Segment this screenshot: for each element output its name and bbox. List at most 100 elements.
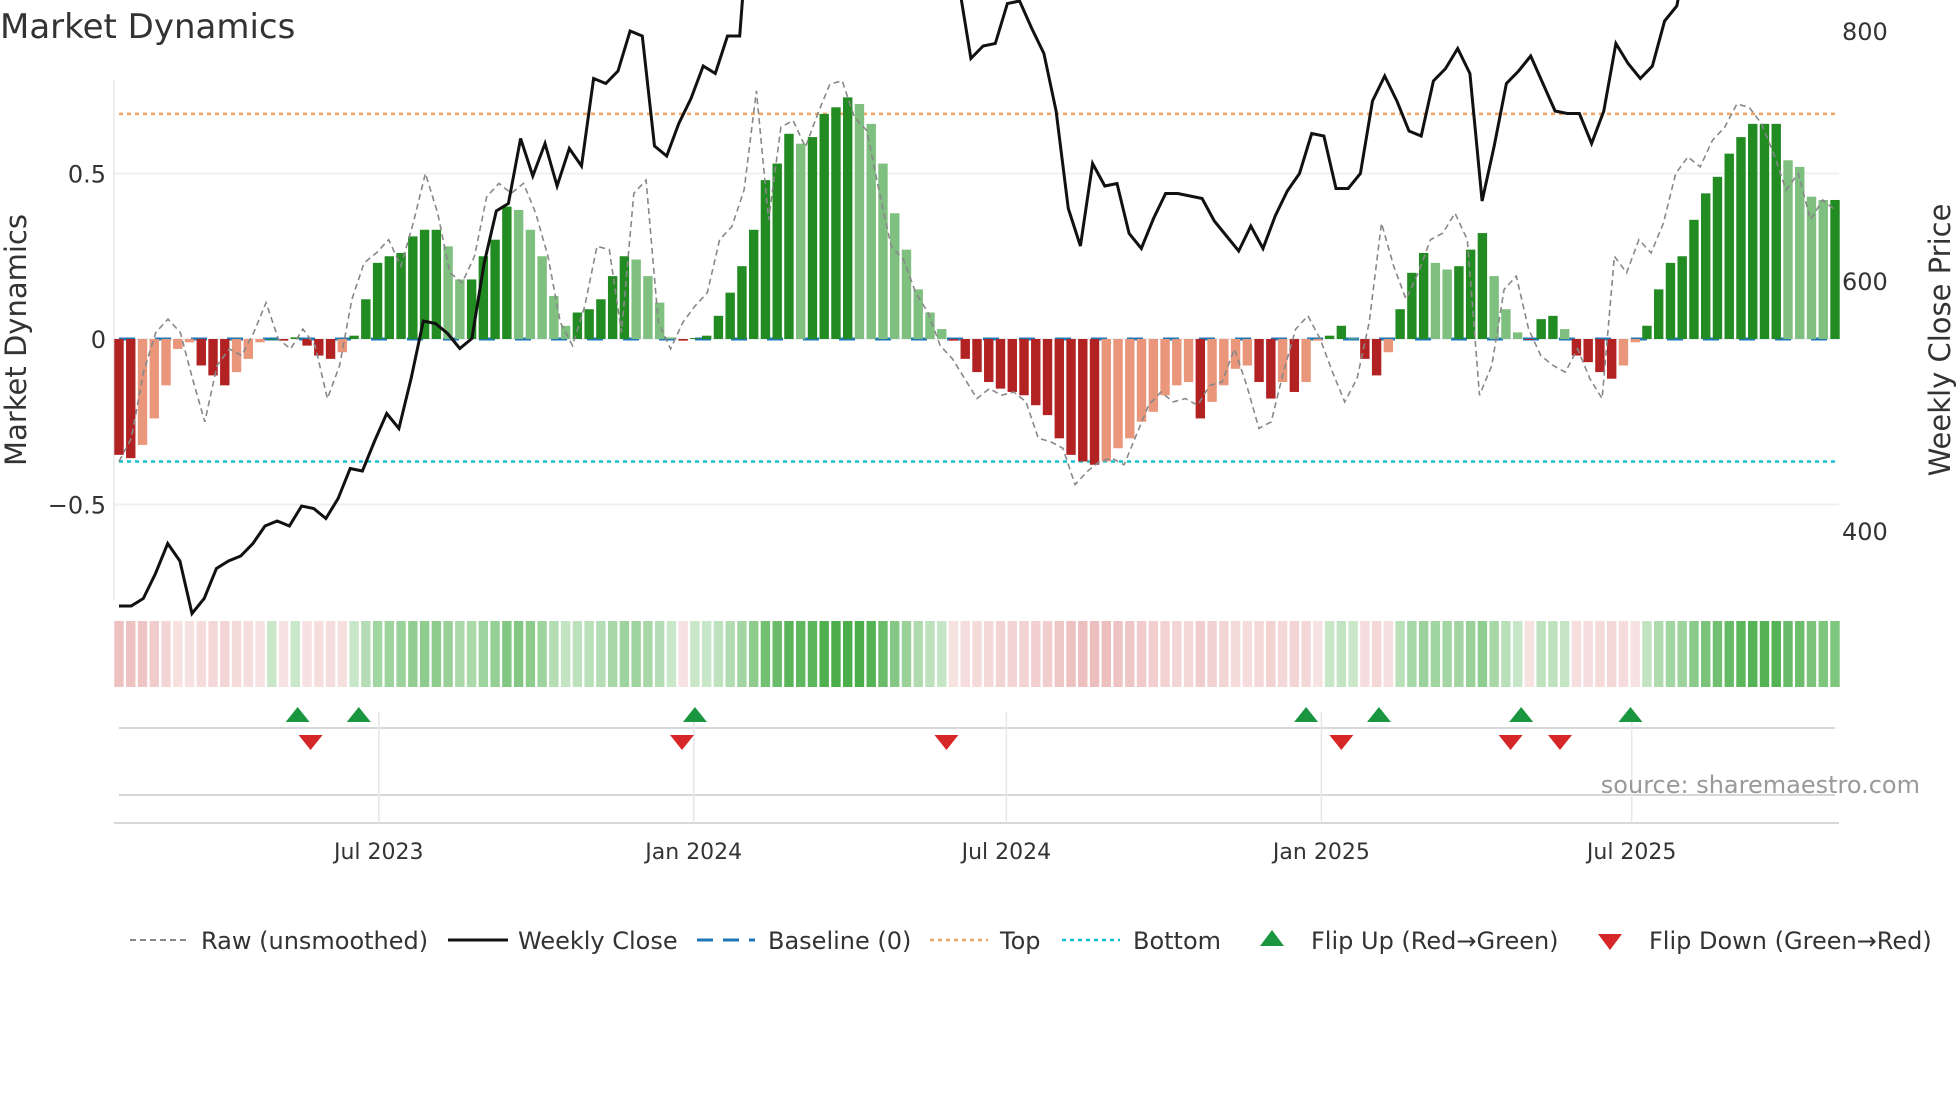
oscillator-bar [1054,339,1064,439]
regime-strip-cell [1618,621,1629,687]
y2-axis-ticks: 1,000800600400 [1842,18,1888,546]
regime-strip-cell [701,621,712,687]
regime-strip-cell [1019,621,1029,687]
flip-down-marker [669,735,694,750]
regime-strip [114,621,1840,687]
oscillator-bar [1501,309,1511,339]
oscillator-bar [161,339,171,386]
oscillator-bar [1818,199,1828,339]
regime-strip-cell [596,621,606,687]
regime-strip-cell [1407,621,1417,687]
oscillator-bar [784,133,794,339]
oscillator-bar [995,339,1006,389]
regime-strip-cell [643,621,653,687]
regime-strip-cell [1289,621,1300,687]
y2-axis-label: Weekly Close Price [1923,204,1957,477]
oscillator-bar [184,339,195,343]
regime-strip-cell [1606,621,1617,687]
regime-strip-cell [866,621,876,687]
oscillator-bar [890,213,900,339]
oscillator-bar [831,107,841,339]
regime-strip-cell [419,621,430,687]
regime-strip-cell [478,621,489,687]
regime-strip-cell [243,621,253,687]
oscillator-bar [937,329,947,339]
regime-strip-cell [502,621,512,687]
regime-strip-cell [208,621,218,687]
oscillator-bar [737,266,747,339]
regime-strip-cell [1230,621,1241,687]
regime-strip-cell [748,621,759,687]
oscillator-bar [1606,339,1617,379]
oscillator-bar [1019,339,1029,396]
regime-strip-cell [1665,621,1676,687]
regime-strip-cell [1689,621,1699,687]
regime-strip-cell [690,621,700,687]
oscillator-bar [619,256,630,339]
oscillator-bar [1559,329,1570,339]
oscillator-bar [1207,339,1217,402]
oscillator-bar [1371,339,1382,376]
regime-strip-cell [560,621,571,687]
regime-strip-cell [1724,621,1734,687]
oscillator-bar [1748,123,1758,339]
regime-strip-cell [913,621,923,687]
flip-up-marker [1366,707,1391,722]
regime-strip-cell [1348,621,1358,687]
regime-strip-cell [1489,621,1499,687]
oscillator-bar [1583,339,1593,363]
oscillator-bar [196,339,206,366]
oscillator-bar [1172,339,1182,386]
oscillator-bar [1136,339,1147,422]
oscillator-bar [361,299,371,339]
regime-strip-cell [1653,621,1664,687]
oscillator-bar [1430,262,1441,339]
oscillator-bar [690,338,700,339]
oscillator-bar [1736,137,1746,339]
regime-strip-cell [1054,621,1064,687]
regime-strip-cell [1301,621,1311,687]
oscillator-bar [1830,199,1840,339]
oscillator-bar [1665,262,1676,339]
oscillator-bar [290,337,301,339]
regime-strip-cell [1148,621,1159,687]
legend: Raw (unsmoothed) Weekly Close Baseline (… [130,927,1932,955]
regime-strip-cell [760,621,771,687]
regime-strip-cell [1324,621,1335,687]
regime-strip-cell [1559,621,1570,687]
regime-strip-cell [549,621,559,687]
flip-up-marker [1618,707,1643,722]
regime-strip-cell [161,621,171,687]
regime-strip-cell [384,621,395,687]
regime-strip-cell [173,621,183,687]
regime-strip-cell [1571,621,1582,687]
oscillator-bar [1113,339,1123,449]
regime-strip-cell [490,621,500,687]
oscillator-bar [1324,335,1335,339]
legend-flip-up-icon [1260,930,1284,946]
regime-strip-cell [1113,621,1123,687]
regime-strip-cell [513,621,524,687]
regime-strip-cell [807,621,818,687]
regime-strip-cell [984,621,994,687]
regime-strip-cell [1548,621,1558,687]
oscillator-bar [455,279,465,339]
y-axis-ticks: 0.5 0 −0.5 [48,161,106,520]
regime-strip-cell [1160,621,1170,687]
x-tick-label: Jan 2024 [643,840,742,865]
oscillator-bar [972,339,982,373]
regime-strip-cell [431,621,442,687]
legend-bottom-label: Bottom [1133,927,1221,955]
flip-marker-panel [114,727,1839,824]
flip-down-marker [1329,735,1354,750]
regime-strip-cell [619,621,630,687]
regime-strip-cell [1477,621,1488,687]
y2-tick-label: 800 [1842,18,1888,46]
oscillator-bar [631,259,641,339]
regime-strip-cell [678,621,688,687]
regime-strip-cell [831,621,841,687]
oscillator-bar [149,339,159,419]
oscillator-bar [948,339,959,341]
oscillator-bar [1313,339,1323,341]
regime-strip-cell [972,621,982,687]
